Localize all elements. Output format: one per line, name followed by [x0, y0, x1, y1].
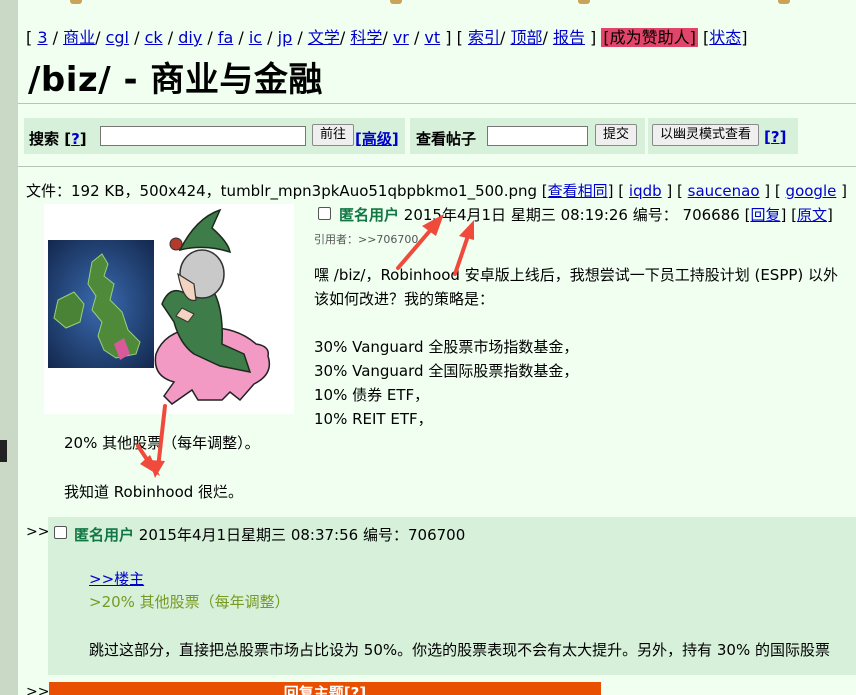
reply-poster-name: 匿名用户 [74, 526, 135, 544]
op-body-line: 该如何改进？我的策略是： [314, 290, 495, 308]
op-datetime: 2015年4月1日 星期三 08:19:26 [403, 206, 628, 224]
board-link-diy[interactable]: diy [178, 28, 202, 47]
board-link-ck[interactable]: ck [145, 28, 163, 47]
quote-link[interactable]: >>楼主 [89, 570, 144, 588]
reply-thread-bar[interactable]: 回复主题[?] [49, 682, 601, 695]
file-info: 文件：192 KB，500x424，tumblr_mpn3pkAuo51qbpb… [26, 182, 847, 200]
reply-body-line: 跳过这部分，直接把总股票市场占比设为 50%。你选的股票表现不会有太大提升。另外… [89, 641, 830, 659]
view-same-link[interactable]: 查看相同 [548, 182, 608, 200]
saucenao-link[interactable]: saucenao [688, 182, 760, 200]
status-link[interactable]: 状态 [709, 28, 741, 47]
gutter-handle [0, 440, 7, 462]
op-body-line: 10% 债券 ETF， [314, 386, 430, 404]
ghost-help-link[interactable]: [?] [764, 128, 786, 146]
report-link[interactable]: 报告 [553, 28, 585, 47]
left-gutter [0, 0, 18, 695]
greentext-line: >20% 其他股票（每年调整） [89, 593, 290, 611]
board-link-vt[interactable]: vt [424, 28, 440, 47]
top-link[interactable]: 顶部 [510, 28, 542, 47]
divider [18, 166, 856, 167]
reply-post-header: 匿名用户 2015年4月1日星期三 08:37:56 编号：706700 [74, 526, 466, 544]
iqdb-link[interactable]: iqdb [629, 182, 662, 200]
advanced-search-link[interactable]: [高级] [355, 128, 399, 149]
op-body-line: 30% Vanguard 全股票市场指数基金， [314, 338, 579, 356]
search-label: 搜索 [?] [29, 130, 87, 148]
go-button[interactable]: 前往 [312, 124, 355, 146]
board-link-lit[interactable]: 文学 [308, 28, 340, 47]
op-poster-name: 匿名用户 [339, 206, 400, 224]
board-link-vr[interactable]: vr [393, 28, 409, 47]
op-post-number[interactable]: 706686 [683, 206, 740, 224]
search-help-link[interactable]: ? [71, 130, 80, 148]
backlink[interactable]: >>706700 [358, 233, 418, 246]
donate-link[interactable]: [成为赞助人] [601, 28, 698, 47]
op-body-line: 20% 其他股票（每年调整）。 [64, 434, 260, 452]
op-body-line: 嘿 /biz/，Robinhood 安卓版上线后，我想尝试一下员工持股计划 (E… [314, 266, 839, 284]
submit-button[interactable]: 提交 [595, 124, 638, 146]
google-link[interactable]: google [786, 182, 837, 200]
search-panel: 搜索 [?] 前往 [高级] [24, 118, 405, 154]
index-link[interactable]: 索引 [468, 28, 500, 47]
page: [ 3 / 商业/ cgl / ck / diy / fa / ic / jp … [18, 0, 856, 695]
reply-select-checkbox[interactable] [54, 526, 67, 539]
board-link-cgl[interactable]: cgl [106, 28, 129, 47]
board-link-jp[interactable]: jp [278, 28, 293, 47]
board-link-ic[interactable]: ic [249, 28, 262, 47]
op-body-line: 10% REIT ETF， [314, 410, 433, 428]
bottom-arrow: >> [26, 684, 50, 695]
post-thumbnail[interactable] [44, 204, 294, 414]
post-number-input[interactable] [487, 126, 588, 146]
board-link-biz[interactable]: 商业 [63, 28, 95, 47]
op-body-line: 我知道 Robinhood 很烂。 [64, 483, 244, 501]
thumbnail-illustration [48, 208, 271, 405]
view-post-panel: 查看帖子 提交 [410, 118, 645, 154]
board-title: /biz/ - 商业与金融 [28, 60, 323, 100]
board-link-3[interactable]: 3 [37, 28, 47, 47]
board-link-fa[interactable]: fa [218, 28, 233, 47]
reply-arrow: >> [26, 524, 50, 540]
top-strip [18, 0, 856, 6]
op-backlinks: 引用者：>>706700 [314, 233, 419, 246]
op-original-link[interactable]: 原文 [797, 206, 827, 224]
op-post-header: 匿名用户 2015年4月1日 星期三 08:19:26 编号： 706686 [… [339, 206, 833, 224]
op-reply-link[interactable]: 回复 [750, 206, 780, 224]
reply-datetime: 2015年4月1日星期三 08:37:56 [138, 526, 359, 544]
board-navigation: [ 3 / 商业/ cgl / ck / diy / fa / ic / jp … [26, 28, 748, 47]
search-input[interactable] [100, 126, 306, 146]
reply-post-number[interactable]: 706700 [408, 526, 465, 544]
op-body-line: 30% Vanguard 全国际股票指数基金， [314, 362, 579, 380]
board-link-sci[interactable]: 科学 [350, 28, 382, 47]
divider [18, 103, 856, 104]
ghost-mode-button[interactable]: 以幽灵模式查看 [652, 124, 760, 146]
view-post-label: 查看帖子 [416, 130, 477, 148]
ghost-panel: 以幽灵模式查看 [?] [648, 118, 798, 154]
reply-post: 匿名用户 2015年4月1日星期三 08:37:56 编号：706700 >>楼… [48, 517, 856, 675]
op-select-checkbox[interactable] [318, 207, 331, 220]
